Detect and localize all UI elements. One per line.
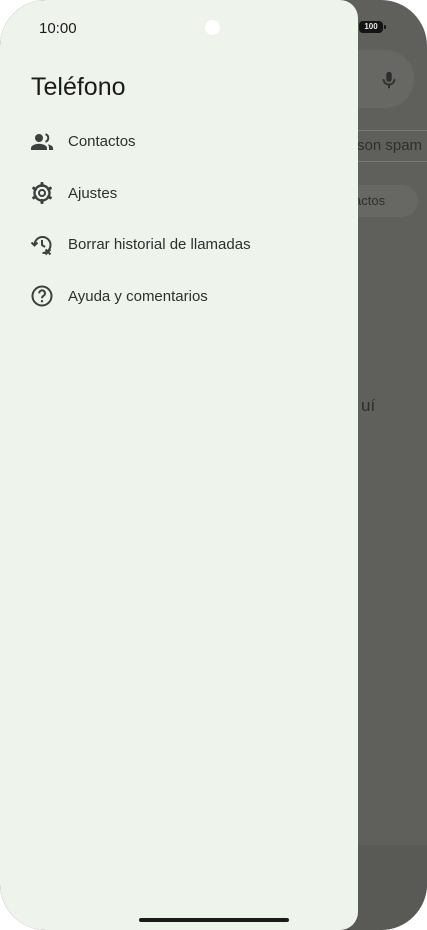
clear-history-icon — [30, 233, 54, 257]
drawer-title: Teléfono — [31, 73, 126, 101]
navigation-drawer: 10:00 Teléfono Contactos Ajustes Borrar … — [0, 0, 358, 930]
settings-gear-icon — [30, 181, 54, 205]
microphone-icon[interactable] — [378, 68, 400, 92]
home-indicator[interactable] — [139, 918, 289, 922]
menu-item-label: Ayuda y comentarios — [68, 287, 208, 305]
camera-cutout — [205, 20, 220, 35]
battery-icon: 100 — [359, 20, 386, 33]
status-time: 10:00 — [39, 20, 77, 37]
empty-state-text: uí — [361, 396, 376, 415]
phone-screen: son spam actos uí 100 10:00 Teléfono Con… — [0, 0, 427, 930]
menu-item-clear-history[interactable]: Borrar historial de llamadas — [0, 219, 358, 271]
menu-item-contacts[interactable]: Contactos — [0, 116, 358, 168]
contacts-icon — [30, 130, 54, 154]
menu-item-settings[interactable]: Ajustes — [0, 168, 358, 220]
menu-item-label: Ajustes — [68, 184, 118, 202]
help-icon — [30, 284, 54, 308]
menu-item-label: Contactos — [68, 133, 136, 151]
menu-item-help[interactable]: Ayuda y comentarios — [0, 271, 358, 323]
drawer-menu: Contactos Ajustes Borrar historial de ll… — [0, 116, 358, 322]
menu-item-label: Borrar historial de llamadas — [68, 236, 251, 254]
